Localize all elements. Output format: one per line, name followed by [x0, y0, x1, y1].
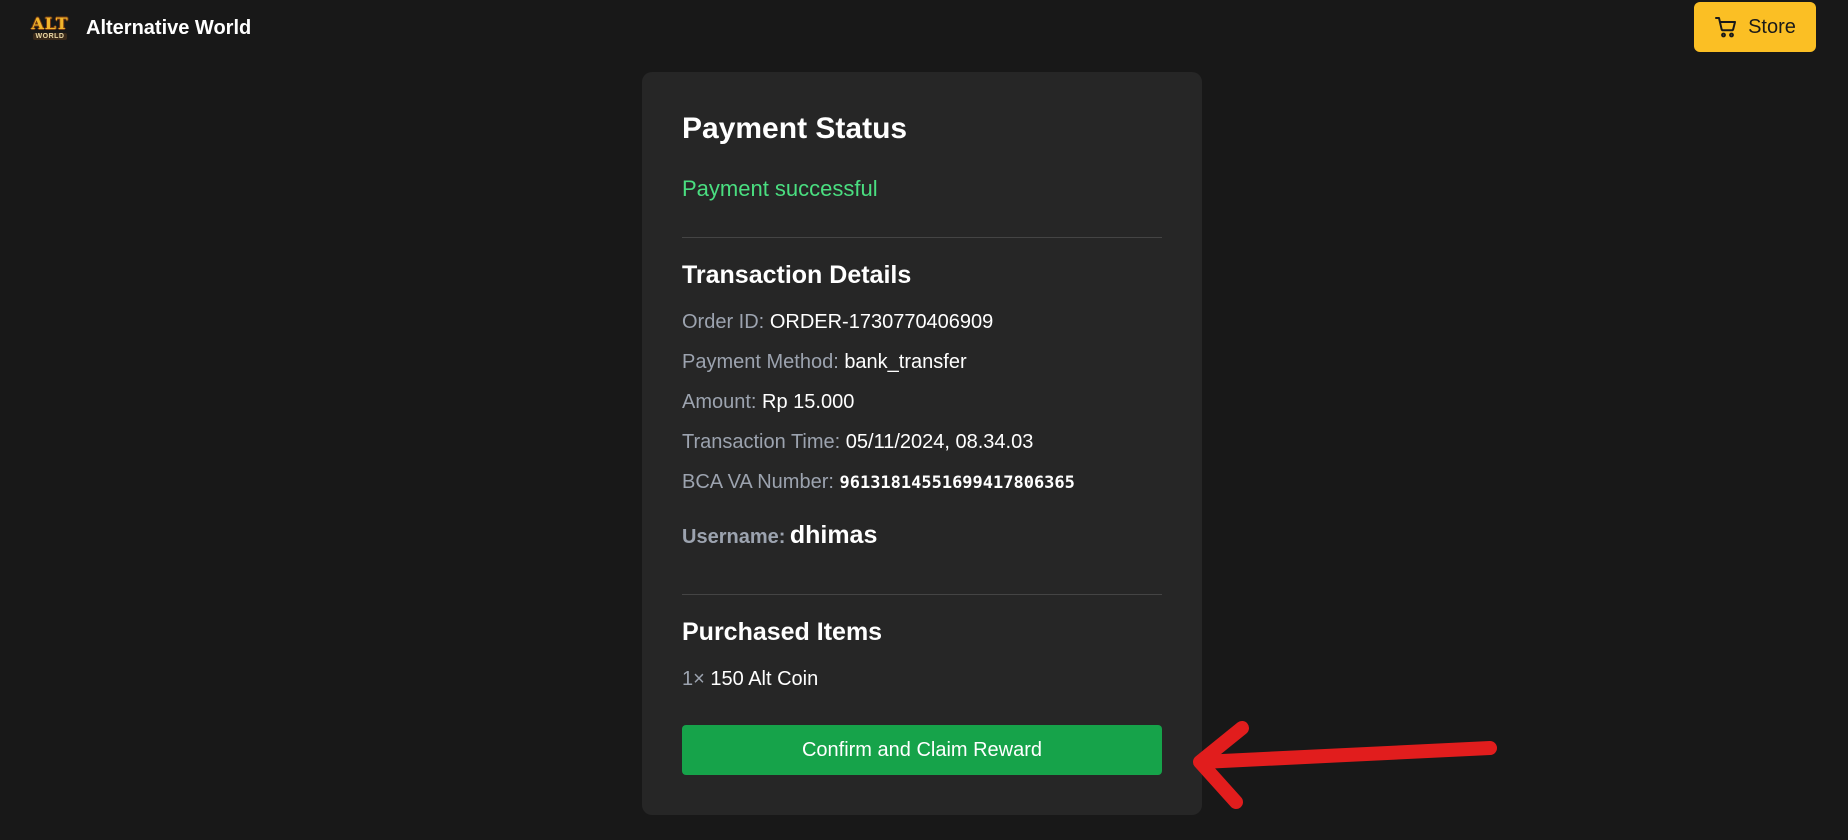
amount-value: Rp 15.000: [762, 391, 855, 413]
amount-row: Amount: Rp 15.000: [682, 391, 854, 414]
page: ALT WORLD Alternative World Store Paymen…: [0, 0, 1848, 840]
divider: [682, 237, 1162, 238]
va-number-value: 96131814551699417806365: [839, 473, 1075, 493]
transaction-time-row: Transaction Time: 05/11/2024, 08.34.03: [682, 431, 1033, 454]
amount-label: Amount:: [682, 391, 757, 413]
va-number-label: BCA VA Number:: [682, 471, 834, 493]
brand-name: Alternative World: [86, 16, 252, 39]
divider: [682, 594, 1162, 595]
transaction-time-label: Transaction Time:: [682, 431, 841, 453]
payment-method-row: Payment Method: bank_transfer: [682, 351, 967, 374]
va-number-row: BCA VA Number: 96131814551699417806365: [682, 471, 1075, 494]
item-name: 150 Alt Coin: [710, 668, 819, 690]
transaction-time-value: 05/11/2024, 08.34.03: [845, 431, 1034, 453]
payment-status-message: Payment successful: [682, 176, 878, 201]
transaction-details-heading: Transaction Details: [682, 261, 912, 289]
payment-method-value: bank_transfer: [844, 351, 967, 373]
alt-world-logo: ALT WORLD: [28, 10, 72, 46]
logo-text: ALT: [31, 14, 69, 33]
payment-status-card: Payment Status Payment successful Transa…: [642, 72, 1202, 815]
top-nav: ALT WORLD Alternative World Store: [0, 0, 1848, 56]
order-id-value: ORDER-1730770406909: [769, 311, 994, 333]
username-row: Username: dhimas: [682, 521, 877, 550]
username-value: dhimas: [789, 521, 878, 549]
brand[interactable]: ALT WORLD Alternative World: [28, 10, 251, 46]
order-id-row: Order ID: ORDER-1730770406909: [682, 311, 993, 334]
purchased-item: 1× 150 Alt Coin: [682, 668, 818, 691]
payment-method-label: Payment Method:: [682, 351, 839, 373]
purchased-items-heading: Purchased Items: [682, 618, 883, 646]
store-button-label: Store: [1748, 15, 1796, 38]
annotation-arrow-icon: [1193, 721, 1497, 809]
logo-subtext: WORLD: [32, 33, 68, 40]
cart-icon: [1715, 17, 1737, 38]
username-label: Username:: [682, 526, 786, 548]
item-quantity: 1×: [682, 668, 705, 690]
page-title: Payment Status: [682, 112, 908, 145]
store-button[interactable]: Store: [1694, 2, 1816, 52]
confirm-claim-reward-button[interactable]: Confirm and Claim Reward: [682, 725, 1162, 775]
order-id-label: Order ID:: [682, 311, 765, 333]
